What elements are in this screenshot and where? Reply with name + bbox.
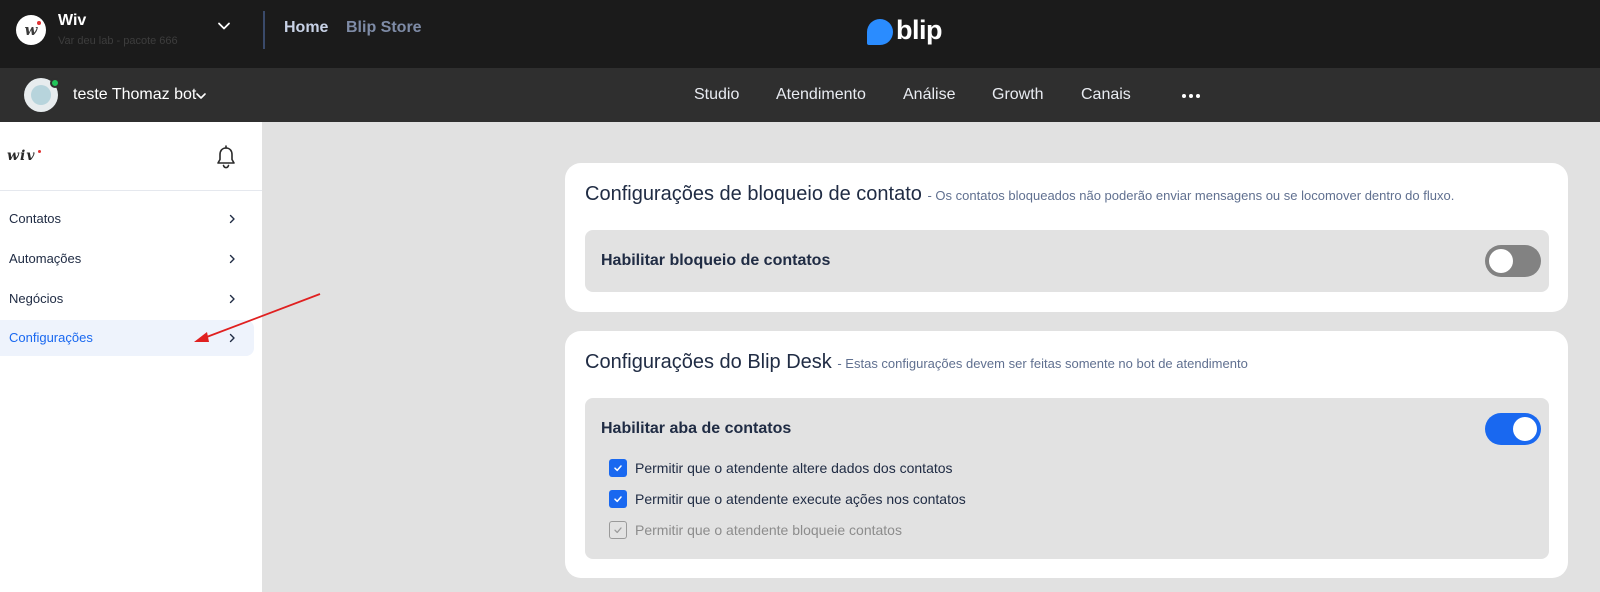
top-bar: w Wiv Var deu lab - pacote 666 Home Blip…	[0, 0, 1600, 68]
checkbox-label: Permitir que o atendente execute ações n…	[635, 491, 966, 507]
card-title-text: Configurações de bloqueio de contato	[585, 183, 922, 205]
checkbox[interactable]	[609, 459, 627, 477]
org-avatar[interactable]: w	[16, 15, 46, 45]
online-status-dot	[50, 78, 60, 88]
card-title-text: Configurações do Blip Desk	[585, 351, 832, 373]
menu-canais[interactable]: Canais	[1081, 86, 1131, 104]
chevron-down-icon[interactable]	[216, 18, 232, 34]
sidebar-item-label: Configurações	[9, 330, 93, 345]
blip-logo[interactable]: blip	[867, 14, 943, 46]
menu-growth[interactable]: Growth	[992, 86, 1044, 104]
sidebar: wiv Contatos Automações Negócios Configu…	[0, 122, 262, 592]
block-contacts-panel: Habilitar bloqueio de contatos	[585, 230, 1549, 292]
org-subtitle: Var deu lab - pacote 666	[58, 35, 178, 47]
chevron-right-icon	[229, 254, 235, 264]
toggle-knob	[1489, 249, 1513, 273]
sidebar-item-contatos[interactable]: Contatos	[0, 201, 254, 237]
checkbox-contact-actions[interactable]: Permitir que o atendente execute ações n…	[609, 490, 966, 508]
chevron-down-icon[interactable]	[194, 89, 208, 103]
top-divider	[263, 11, 265, 49]
org-name[interactable]: Wiv	[58, 12, 86, 30]
contact-block-settings-card: Configurações de bloqueio de contato - O…	[565, 163, 1568, 312]
toggle-label: Habilitar aba de contatos	[601, 420, 792, 437]
logo-text: blip	[896, 14, 943, 45]
sidebar-item-automacoes[interactable]: Automações	[0, 241, 254, 277]
sidebar-logo: wiv	[7, 148, 41, 164]
sidebar-item-label: Contatos	[9, 211, 62, 226]
chat-bubble-icon	[867, 19, 893, 45]
sidebar-divider	[0, 190, 262, 191]
contacts-tab-panel: Habilitar aba de contatos Permitir que o…	[585, 398, 1549, 559]
menu-studio[interactable]: Studio	[694, 86, 739, 104]
menu-atendimento[interactable]: Atendimento	[776, 86, 866, 104]
bot-selector[interactable]: teste Thomaz bot	[73, 86, 196, 104]
chevron-right-icon	[229, 333, 235, 343]
check-icon	[614, 527, 622, 534]
toggle-knob	[1513, 417, 1537, 441]
block-contacts-toggle[interactable]	[1485, 245, 1541, 277]
contacts-tab-toggle[interactable]	[1485, 413, 1541, 445]
checkbox-block-contacts[interactable]: Permitir que o atendente bloqueie contat…	[609, 521, 902, 539]
toggle-label: Habilitar bloqueio de contatos	[601, 252, 831, 269]
sidebar-item-label: Negócios	[9, 291, 64, 306]
check-icon	[614, 465, 622, 472]
nav-blip-store[interactable]: Blip Store	[346, 19, 422, 37]
bell-icon[interactable]	[215, 145, 237, 169]
menu-analise[interactable]: Análise	[903, 86, 955, 104]
check-icon	[614, 496, 622, 503]
nav-home[interactable]: Home	[284, 19, 328, 37]
chevron-right-icon	[229, 294, 235, 304]
checkbox-label: Permitir que o atendente bloqueie contat…	[635, 522, 902, 538]
org-avatar-dot	[37, 21, 41, 25]
org-initial: w	[24, 21, 38, 39]
sidebar-item-configuracoes[interactable]: Configurações	[0, 320, 254, 356]
card-title: Configurações de bloqueio de contato - O…	[585, 183, 1454, 206]
blip-desk-settings-card: Configurações do Blip Desk - Estas confi…	[565, 331, 1568, 578]
bot-avatar-image	[31, 85, 51, 105]
card-description: - Estas configurações devem ser feitas s…	[837, 356, 1248, 371]
card-title: Configurações do Blip Desk - Estas confi…	[585, 351, 1248, 374]
more-horizontal-icon[interactable]	[1182, 94, 1200, 98]
checkbox-edit-contacts[interactable]: Permitir que o atendente altere dados do…	[609, 459, 953, 477]
checkbox[interactable]	[609, 490, 627, 508]
checkbox-label: Permitir que o atendente altere dados do…	[635, 460, 953, 476]
sidebar-item-label: Automações	[9, 251, 82, 266]
chevron-right-icon	[229, 214, 235, 224]
sidebar-item-negocios[interactable]: Negócios	[0, 281, 254, 317]
checkbox[interactable]	[609, 521, 627, 539]
sidebar-logo-text: wiv	[7, 148, 36, 164]
card-description: - Os contatos bloqueados não poderão env…	[927, 188, 1455, 203]
bot-bar: teste Thomaz bot Studio Atendimento Anál…	[0, 68, 1600, 122]
